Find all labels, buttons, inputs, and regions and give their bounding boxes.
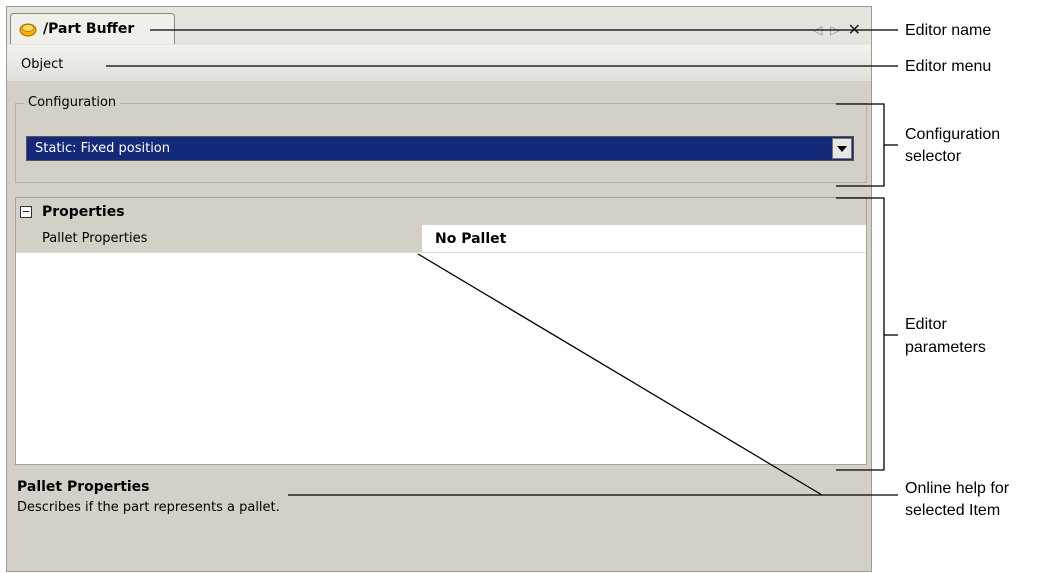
editor-window: /Part Buffer ◁ ▷ ✕ Object Configuration …	[6, 6, 872, 572]
annotation-editor-menu: Editor menu	[905, 58, 992, 75]
configuration-selector[interactable]: Static: Fixed position	[26, 136, 854, 161]
annotation-editor-params-line1: Editor	[905, 316, 947, 333]
scroll-right-icon[interactable]: ▷	[830, 23, 839, 37]
properties-header-label: Properties	[42, 203, 125, 220]
online-help: Pallet Properties Describes if the part …	[17, 479, 857, 549]
help-title: Pallet Properties	[17, 479, 150, 495]
annotation-config-selector-line1: Configuration	[905, 126, 1001, 143]
collapse-icon[interactable]	[20, 205, 32, 218]
property-value[interactable]: No Pallet	[435, 225, 506, 252]
property-row[interactable]: Pallet Properties No Pallet	[16, 225, 866, 253]
editor-menu-bar: Object	[7, 45, 871, 81]
properties-panel: Properties Pallet Properties No Pallet	[15, 197, 867, 465]
tab-controls: ◁ ▷ ✕	[813, 20, 861, 39]
annotation-online-help-line1: Online help for	[905, 480, 1010, 497]
chevron-down-icon[interactable]	[832, 138, 852, 159]
tab-bar: /Part Buffer ◁ ▷ ✕	[7, 7, 871, 46]
close-icon[interactable]: ✕	[848, 20, 861, 39]
help-text: Describes if the part represents a palle…	[17, 500, 280, 515]
properties-header[interactable]: Properties	[16, 198, 866, 225]
scroll-left-icon[interactable]: ◁	[813, 23, 822, 37]
annotation-editor-params-line2: parameters	[905, 339, 986, 356]
editor-tab[interactable]: /Part Buffer	[10, 13, 175, 44]
property-name: Pallet Properties	[16, 225, 422, 252]
annotation-config-selector-line2: selector	[905, 148, 962, 165]
configuration-group: Configuration Static: Fixed position	[15, 95, 867, 183]
annotation-editor-name: Editor name	[905, 22, 992, 39]
tab-title: /Part Buffer	[43, 21, 135, 37]
configuration-legend: Configuration	[24, 95, 121, 110]
menu-object[interactable]: Object	[21, 57, 63, 72]
buffer-icon	[19, 21, 37, 37]
annotation-online-help-line2: selected Item	[905, 502, 1001, 519]
configuration-value: Static: Fixed position	[35, 141, 170, 156]
